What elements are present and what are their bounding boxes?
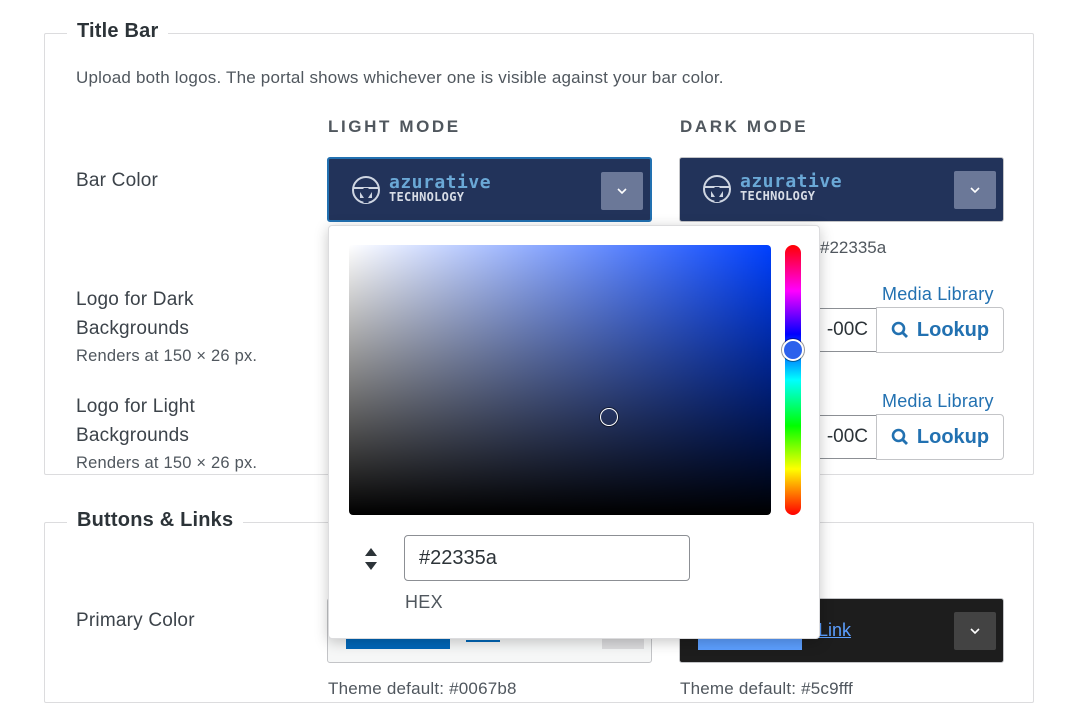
dark-theme-default: Theme default: #5c9fff: [680, 679, 853, 698]
lookup-label: Lookup: [916, 318, 990, 341]
logo-text-brand: azurative: [389, 172, 492, 193]
saturation-handle[interactable]: [600, 408, 618, 426]
title-bar-legend: Title Bar: [67, 20, 169, 43]
chevron-down-icon[interactable]: [954, 612, 996, 650]
media-library-link-dark[interactable]: Media Library: [882, 284, 994, 305]
color-picker-popover: HEX: [328, 225, 820, 639]
hue-handle[interactable]: [782, 339, 804, 361]
azurative-logo-icon: [703, 175, 731, 203]
dark-bar-hex-caption: #22335a: [820, 238, 887, 257]
dark-mode-heading: DARK MODE: [680, 117, 809, 136]
search-icon: [891, 428, 908, 445]
preview-link: Link: [818, 620, 852, 640]
format-toggle-icon[interactable]: [361, 546, 381, 572]
hue-slider[interactable]: [785, 245, 801, 515]
chevron-down-icon[interactable]: [954, 171, 996, 209]
chevron-down-icon[interactable]: [601, 172, 643, 210]
lookup-label: Lookup: [916, 425, 990, 448]
logo-dark-hint: Renders at 150 × 26 px.: [76, 347, 258, 365]
preview-button: [698, 639, 802, 650]
light-mode-heading: LIGHT MODE: [328, 117, 461, 136]
azurative-logo: azurative TECHNOLOGY: [351, 172, 492, 205]
preview-button: [346, 639, 450, 649]
light-bar-color-button[interactable]: azurative TECHNOLOGY: [327, 157, 652, 222]
buttons-links-legend: Buttons & Links: [67, 509, 244, 532]
logo-light-label: Logo for Light Backgrounds: [76, 396, 195, 446]
dark-bar-color-button[interactable]: azurative TECHNOLOGY: [679, 157, 1004, 222]
azurative-logo-icon: [352, 176, 380, 204]
light-theme-default: Theme default: #0067b8: [328, 679, 517, 698]
search-icon: [891, 321, 908, 338]
logo-dark-label: Logo for Dark Backgrounds: [76, 289, 194, 339]
logo-text-brand: azurative: [740, 171, 843, 192]
bar-color-label: Bar Color: [76, 170, 159, 191]
primary-color-label: Primary Color: [76, 610, 195, 631]
chevron-down-icon[interactable]: [602, 639, 644, 649]
hex-input[interactable]: [404, 535, 690, 581]
saturation-area[interactable]: [349, 245, 771, 515]
azurative-logo: azurative TECHNOLOGY: [702, 171, 843, 204]
title-bar-description: Upload both logos. The portal shows whic…: [76, 68, 724, 87]
lookup-button-dark[interactable]: Lookup: [876, 307, 1004, 353]
media-library-link-light[interactable]: Media Library: [882, 391, 994, 412]
hex-label: HEX: [405, 592, 443, 612]
lookup-button-light[interactable]: Lookup: [876, 414, 1004, 460]
logo-light-hint: Renders at 150 × 26 px.: [76, 454, 258, 472]
preview-link-underline: [466, 640, 500, 642]
